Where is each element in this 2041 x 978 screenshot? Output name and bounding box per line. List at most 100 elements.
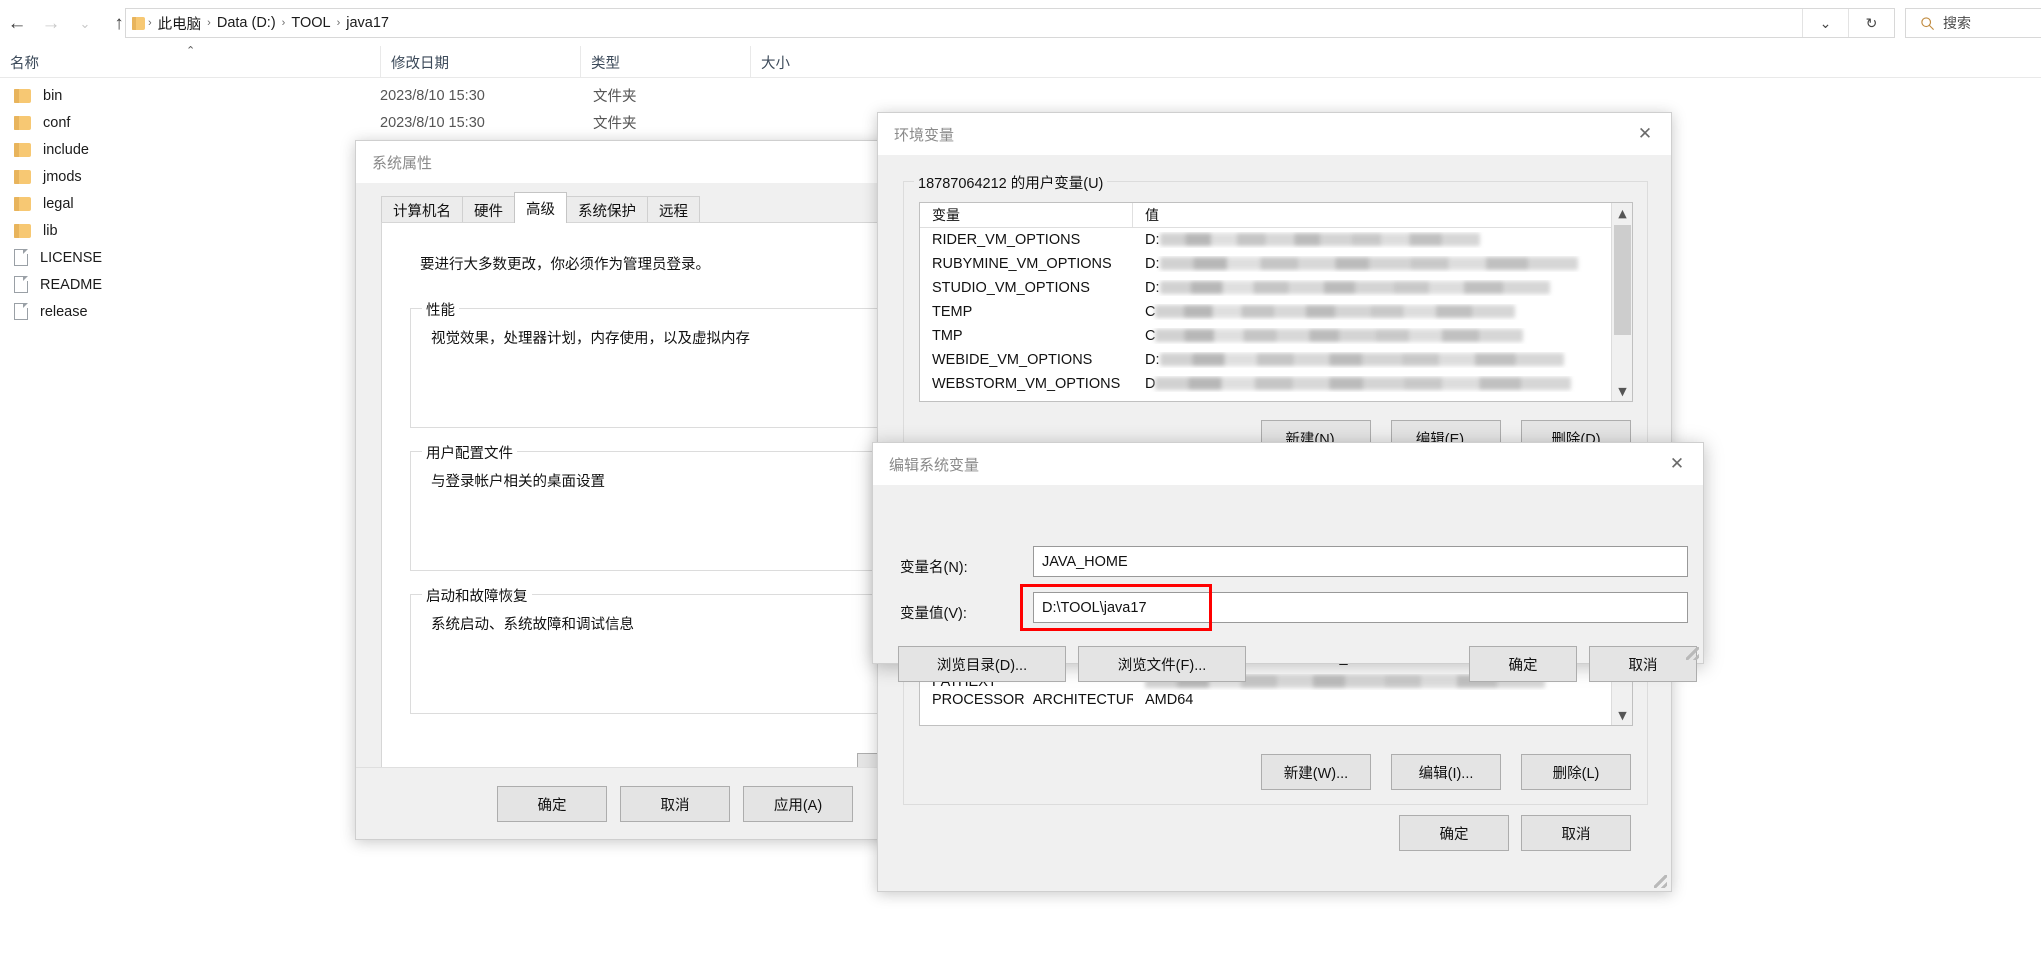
column-header-size[interactable]: 大小 xyxy=(750,46,860,78)
tab-hardware[interactable]: 硬件 xyxy=(462,196,515,223)
table-row[interactable]: WEBIDE_VM_OPTIONS D: xyxy=(920,348,1632,372)
breadcrumb-item-1[interactable]: Data (D:) xyxy=(212,15,281,31)
chevron-down-icon[interactable]: ⌄ xyxy=(1802,9,1848,37)
scroll-down-chevron-down-icon[interactable]: ▼ xyxy=(1612,381,1633,401)
table-row[interactable]: TEMP C xyxy=(920,300,1632,324)
list-item[interactable]: bin xyxy=(0,82,360,109)
file-name: legal xyxy=(43,196,74,212)
breadcrumb-item-2[interactable]: TOOL xyxy=(286,15,335,31)
browse-file-button[interactable]: 浏览文件(F)... xyxy=(1078,646,1246,682)
variable-value: C xyxy=(1133,304,1632,320)
group-label: 用户配置文件 xyxy=(422,442,517,463)
table-row: 2023/8/10 15:30 文件夹 xyxy=(380,109,763,136)
folder-icon xyxy=(14,170,31,184)
group-description: 系统启动、系统故障和调试信息 xyxy=(431,613,634,634)
browse-directory-button[interactable]: 浏览目录(D)... xyxy=(898,646,1066,682)
file-name: release xyxy=(40,304,88,320)
folder-icon xyxy=(14,197,31,211)
variable-value: D: xyxy=(1133,232,1632,248)
apply-button[interactable]: 应用(A) xyxy=(743,786,853,822)
cancel-button[interactable]: 取消 xyxy=(1521,815,1631,851)
forward-icon[interactable]: → xyxy=(34,6,68,40)
system-new-button[interactable]: 新建(W)... xyxy=(1261,754,1371,790)
close-icon[interactable]: ✕ xyxy=(1619,113,1671,155)
file-type: 文件夹 xyxy=(593,85,763,106)
list-item[interactable]: jmods xyxy=(0,163,360,190)
list-item[interactable]: README xyxy=(0,271,360,298)
folder-icon xyxy=(14,224,31,238)
tab-system-protection[interactable]: 系统保护 xyxy=(566,196,648,223)
file-name: include xyxy=(43,142,89,158)
system-delete-button[interactable]: 删除(L) xyxy=(1521,754,1631,790)
list-item[interactable]: lib xyxy=(0,217,360,244)
column-header-type[interactable]: 类型 xyxy=(580,46,750,78)
breadcrumb-item-3[interactable]: java17 xyxy=(341,15,394,31)
column-header-date[interactable]: 修改日期 xyxy=(380,46,580,78)
tab-computer-name[interactable]: 计算机名 xyxy=(381,196,463,223)
list-item[interactable]: legal xyxy=(0,190,360,217)
list-item[interactable]: include xyxy=(0,136,360,163)
cancel-button[interactable]: 取消 xyxy=(1589,646,1697,682)
recent-locations-chevron-down-icon[interactable]: ⌄ xyxy=(68,6,102,40)
user-variables-list[interactable]: 变量 值 RIDER_VM_OPTIONS D: RUBYMINE_VM_OPT… xyxy=(919,202,1633,402)
breadcrumb-item-0[interactable]: 此电脑 xyxy=(153,13,207,34)
column-header-variable[interactable]: 变量 xyxy=(920,203,1133,227)
file-name: jmods xyxy=(43,169,82,185)
ok-button[interactable]: 确定 xyxy=(1469,646,1577,682)
user-variables-group: 18787064212 的用户变量(U) 变量 值 RIDER_VM_OPTIO… xyxy=(903,181,1648,471)
variable-name: RUBYMINE_VM_OPTIONS xyxy=(920,256,1133,272)
variable-name: TEMP xyxy=(920,304,1133,320)
variable-value: D xyxy=(1133,376,1632,392)
variable-value: D: xyxy=(1133,256,1632,272)
group-description: 视觉效果，处理器计划，内存使用，以及虚拟内存 xyxy=(431,327,750,348)
table-row[interactable]: WEBSTORM_VM_OPTIONS D xyxy=(920,372,1632,396)
table-row[interactable]: PROCESSOR_ARCHITECTURE AMD64 xyxy=(920,694,1632,706)
folder-icon xyxy=(14,116,31,130)
edit-system-variable-dialog: 编辑系统变量 ✕ 变量名(N): JAVA_HOME 变量值(V): D:\TO… xyxy=(872,442,1704,664)
folder-icon xyxy=(14,89,31,103)
variable-value-input[interactable]: D:\TOOL\java17 xyxy=(1033,592,1688,623)
table-row[interactable]: STUDIO_VM_OPTIONS D: xyxy=(920,276,1632,300)
refresh-icon[interactable]: ↻ xyxy=(1848,9,1894,37)
variable-name: TMP xyxy=(920,328,1133,344)
list-item[interactable]: conf xyxy=(0,109,360,136)
table-row[interactable]: RIDER_VM_OPTIONS D: xyxy=(920,228,1632,252)
scrollbar-thumb[interactable] xyxy=(1614,225,1631,335)
folder-icon xyxy=(14,143,31,157)
dialog-titlebar[interactable]: 编辑系统变量 ✕ xyxy=(873,443,1703,485)
ok-button[interactable]: 确定 xyxy=(497,786,607,822)
address-bar-actions: ⌄ ↻ xyxy=(1802,9,1894,37)
scroll-down-chevron-down-icon[interactable]: ▼ xyxy=(1612,705,1633,725)
table-row[interactable]: TMP C xyxy=(920,324,1632,348)
close-icon[interactable]: ✕ xyxy=(1651,443,1703,485)
list-item[interactable]: LICENSE xyxy=(0,244,360,271)
list-header: 变量 值 xyxy=(920,203,1632,228)
file-name: conf xyxy=(43,115,70,131)
explorer-toolbar: ← → ⌄ ↑ › 此电脑 › Data (D:) › TOOL › java1… xyxy=(0,0,2041,46)
back-icon[interactable]: ← xyxy=(0,6,34,40)
scrollbar[interactable]: ▲ ▼ xyxy=(1611,203,1632,401)
tab-remote[interactable]: 远程 xyxy=(647,196,700,223)
dialog-titlebar[interactable]: 环境变量 ✕ xyxy=(878,113,1671,155)
tab-advanced[interactable]: 高级 xyxy=(514,192,567,223)
file-icon xyxy=(14,276,28,293)
folder-icon xyxy=(132,17,145,30)
list-item[interactable]: release xyxy=(0,298,360,325)
variable-name: RIDER_VM_OPTIONS xyxy=(920,232,1133,248)
user-variables-label: 18787064212 的用户变量(U) xyxy=(914,172,1107,193)
search-input[interactable]: 搜索 xyxy=(1905,8,2041,38)
group-label: 性能 xyxy=(422,299,459,320)
address-bar[interactable]: › 此电脑 › Data (D:) › TOOL › java17 ⌄ ↻ xyxy=(125,8,1895,38)
ok-button[interactable]: 确定 xyxy=(1399,815,1509,851)
system-edit-button[interactable]: 编辑(I)... xyxy=(1391,754,1501,790)
table-row[interactable]: RUBYMINE_VM_OPTIONS D: xyxy=(920,252,1632,276)
variable-name-input[interactable]: JAVA_HOME xyxy=(1033,546,1688,577)
variable-value: D: xyxy=(1133,280,1632,296)
column-header-value[interactable]: 值 xyxy=(1133,203,1632,227)
resize-grip[interactable] xyxy=(1654,875,1667,888)
file-detail-list: 2023/8/10 15:30 文件夹 2023/8/10 15:30 文件夹 xyxy=(380,82,763,136)
cancel-button[interactable]: 取消 xyxy=(620,786,730,822)
scroll-up-chevron-up-icon[interactable]: ▲ xyxy=(1612,203,1633,223)
variable-value: AMD64 xyxy=(1133,694,1632,706)
resize-grip[interactable] xyxy=(1686,647,1699,660)
